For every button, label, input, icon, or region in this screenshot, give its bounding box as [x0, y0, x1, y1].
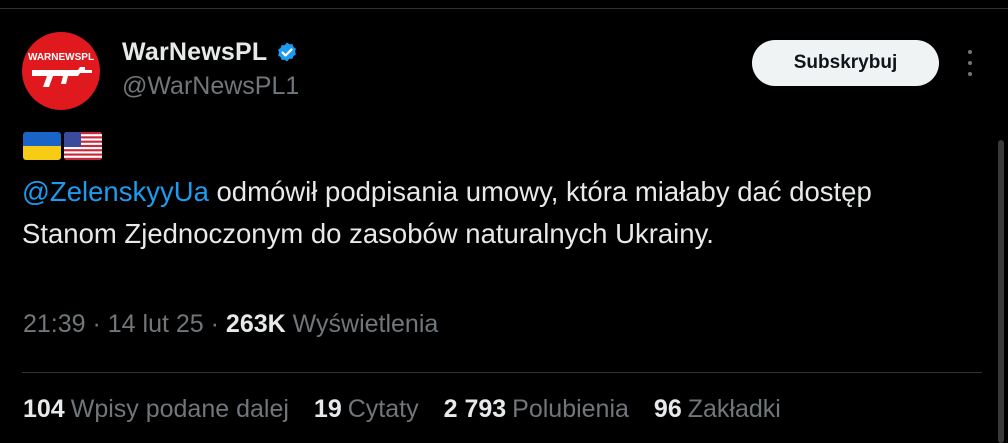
views-count: 263K	[225, 310, 286, 338]
likes-stat[interactable]: 2 793 Polubienia	[444, 395, 629, 424]
bookmarks-label: Zakładki	[687, 395, 781, 423]
mention-link[interactable]: @ZelenskyyUa	[22, 176, 209, 207]
scrollbar[interactable]	[998, 140, 1004, 443]
likes-count: 2 793	[443, 395, 507, 423]
rifle-logo-icon: WARNEWSPL	[28, 52, 94, 87]
reposts-count: 104	[23, 395, 65, 423]
author-handle[interactable]: @WarNewsPL1	[122, 72, 299, 101]
author-display-name[interactable]: WarNewsPL	[122, 38, 267, 67]
verified-badge-icon	[278, 42, 297, 61]
avatar[interactable]: WARNEWSPL	[22, 32, 100, 110]
bookmarks-stat[interactable]: 96 Zakładki	[654, 395, 781, 424]
tweet-text: @ZelenskyyUa odmówił podpisania umowy, k…	[22, 171, 952, 255]
views-label: Wyświetlenia	[285, 310, 439, 338]
tweet-meta: 21:39 · 14 lut 25 · 263K Wyświetlenia	[23, 310, 438, 339]
quotes-count: 19	[313, 395, 342, 423]
engagement-stats: 104 Wpisy podane dalej 19 Cytaty 2 793 Polu…	[23, 395, 806, 424]
avatar-logo-text: WARNEWSPL	[28, 52, 94, 63]
tweet-time[interactable]: 21:39	[23, 310, 86, 338]
reposts-stat[interactable]: 104 Wpisy podane dalej	[23, 395, 289, 424]
reposts-label: Wpisy podane dalej	[70, 395, 289, 423]
subscribe-button[interactable]: Subskrybuj	[752, 40, 939, 86]
usa-flag-icon	[64, 132, 102, 160]
quotes-stat[interactable]: 19 Cytaty	[314, 395, 419, 424]
tweet-date[interactable]: 14 lut 25	[108, 310, 204, 338]
likes-label: Polubienia	[512, 395, 629, 423]
bookmarks-count: 96	[653, 395, 682, 423]
more-options-icon[interactable]	[960, 50, 980, 76]
ukraine-flag-icon	[23, 132, 61, 160]
top-divider	[0, 8, 1008, 9]
quotes-label: Cytaty	[347, 395, 419, 423]
meta-separator: ·	[85, 310, 108, 338]
meta-separator: ·	[203, 310, 226, 338]
flags-emoji	[23, 132, 102, 160]
author-name-row: WarNewsPL	[122, 38, 299, 67]
stats-divider	[22, 372, 982, 373]
